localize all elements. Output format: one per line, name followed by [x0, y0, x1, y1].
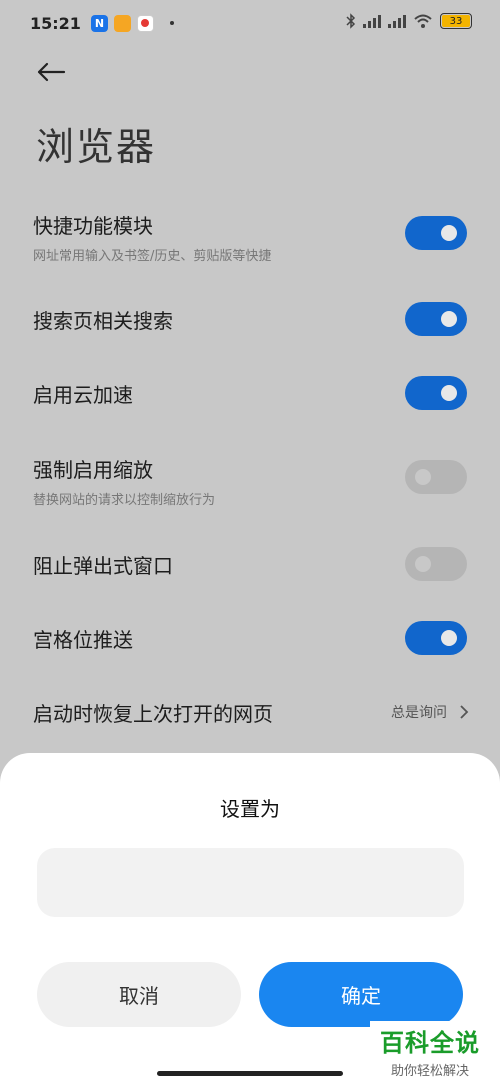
chevron-right-icon — [460, 705, 469, 719]
toggle-switch[interactable] — [405, 460, 467, 494]
watermark-main: 百科全说 — [380, 1029, 480, 1057]
setting-restore-pages[interactable]: 启动时恢复上次打开的网页 总是询问 — [33, 698, 473, 732]
toggle-switch[interactable] — [405, 621, 467, 655]
battery-icon: 33 — [440, 13, 472, 29]
watermark-logo: 百科全说 助你轻松解决 — [370, 1021, 490, 1081]
status-bar: 15:21 N 33 — [0, 0, 500, 46]
setting-value: 总是询问 — [391, 705, 447, 721]
confirm-button[interactable]: 确定 — [259, 962, 463, 1027]
status-icons: 33 — [346, 13, 472, 29]
signal-2-icon — [388, 14, 406, 28]
setting-subtitle: 网址常用输入及书签/历史、剪贴版等快捷 — [33, 249, 272, 264]
cancel-button[interactable]: 取消 — [37, 962, 241, 1027]
watermark-sub: 助你轻松解决 — [390, 1064, 469, 1079]
setting-quick-modules[interactable]: 快捷功能模块 网址常用输入及书签/历史、剪贴版等快捷 — [33, 210, 473, 270]
back-button[interactable] — [36, 56, 72, 88]
battery-level: 33 — [442, 15, 470, 27]
toggle-knob — [441, 630, 457, 646]
signal-1-icon — [363, 14, 381, 28]
arrow-left-icon — [37, 62, 66, 82]
setting-block-popups[interactable]: 阻止弹出式窗口 — [33, 547, 473, 584]
dialog-input[interactable] — [37, 848, 464, 917]
toggle-knob — [441, 311, 457, 327]
bluetooth-icon — [346, 13, 356, 29]
red-app-icon — [136, 14, 154, 32]
toggle-switch[interactable] — [405, 376, 467, 410]
setting-force-zoom[interactable]: 强制启用缩放 替换网站的请求以控制缩放行为 — [33, 454, 473, 514]
setting-subtitle: 替换网站的请求以控制缩放行为 — [33, 493, 216, 508]
notification-dot-icon — [169, 21, 174, 25]
dialog-title: 设置为 — [220, 797, 280, 821]
notes-app-icon — [113, 14, 131, 32]
setting-grid-push[interactable]: 宫格位推送 — [33, 621, 473, 658]
home-indicator[interactable] — [157, 1071, 343, 1076]
toggle-knob — [415, 556, 431, 572]
toggle-knob — [441, 385, 457, 401]
wifi-icon — [414, 14, 432, 28]
toggle-switch[interactable] — [405, 547, 467, 581]
n-app-icon: N — [90, 14, 108, 32]
toggle-switch[interactable] — [405, 216, 467, 250]
status-time: 15:21 — [30, 13, 81, 33]
setting-cloud-acceleration[interactable]: 启用云加速 — [33, 376, 473, 413]
toggle-switch[interactable] — [405, 302, 467, 336]
toggle-knob — [441, 225, 457, 241]
toggle-knob — [415, 469, 431, 485]
page-title: 浏览器 — [36, 125, 157, 169]
setting-related-search[interactable]: 搜索页相关搜索 — [33, 302, 473, 339]
